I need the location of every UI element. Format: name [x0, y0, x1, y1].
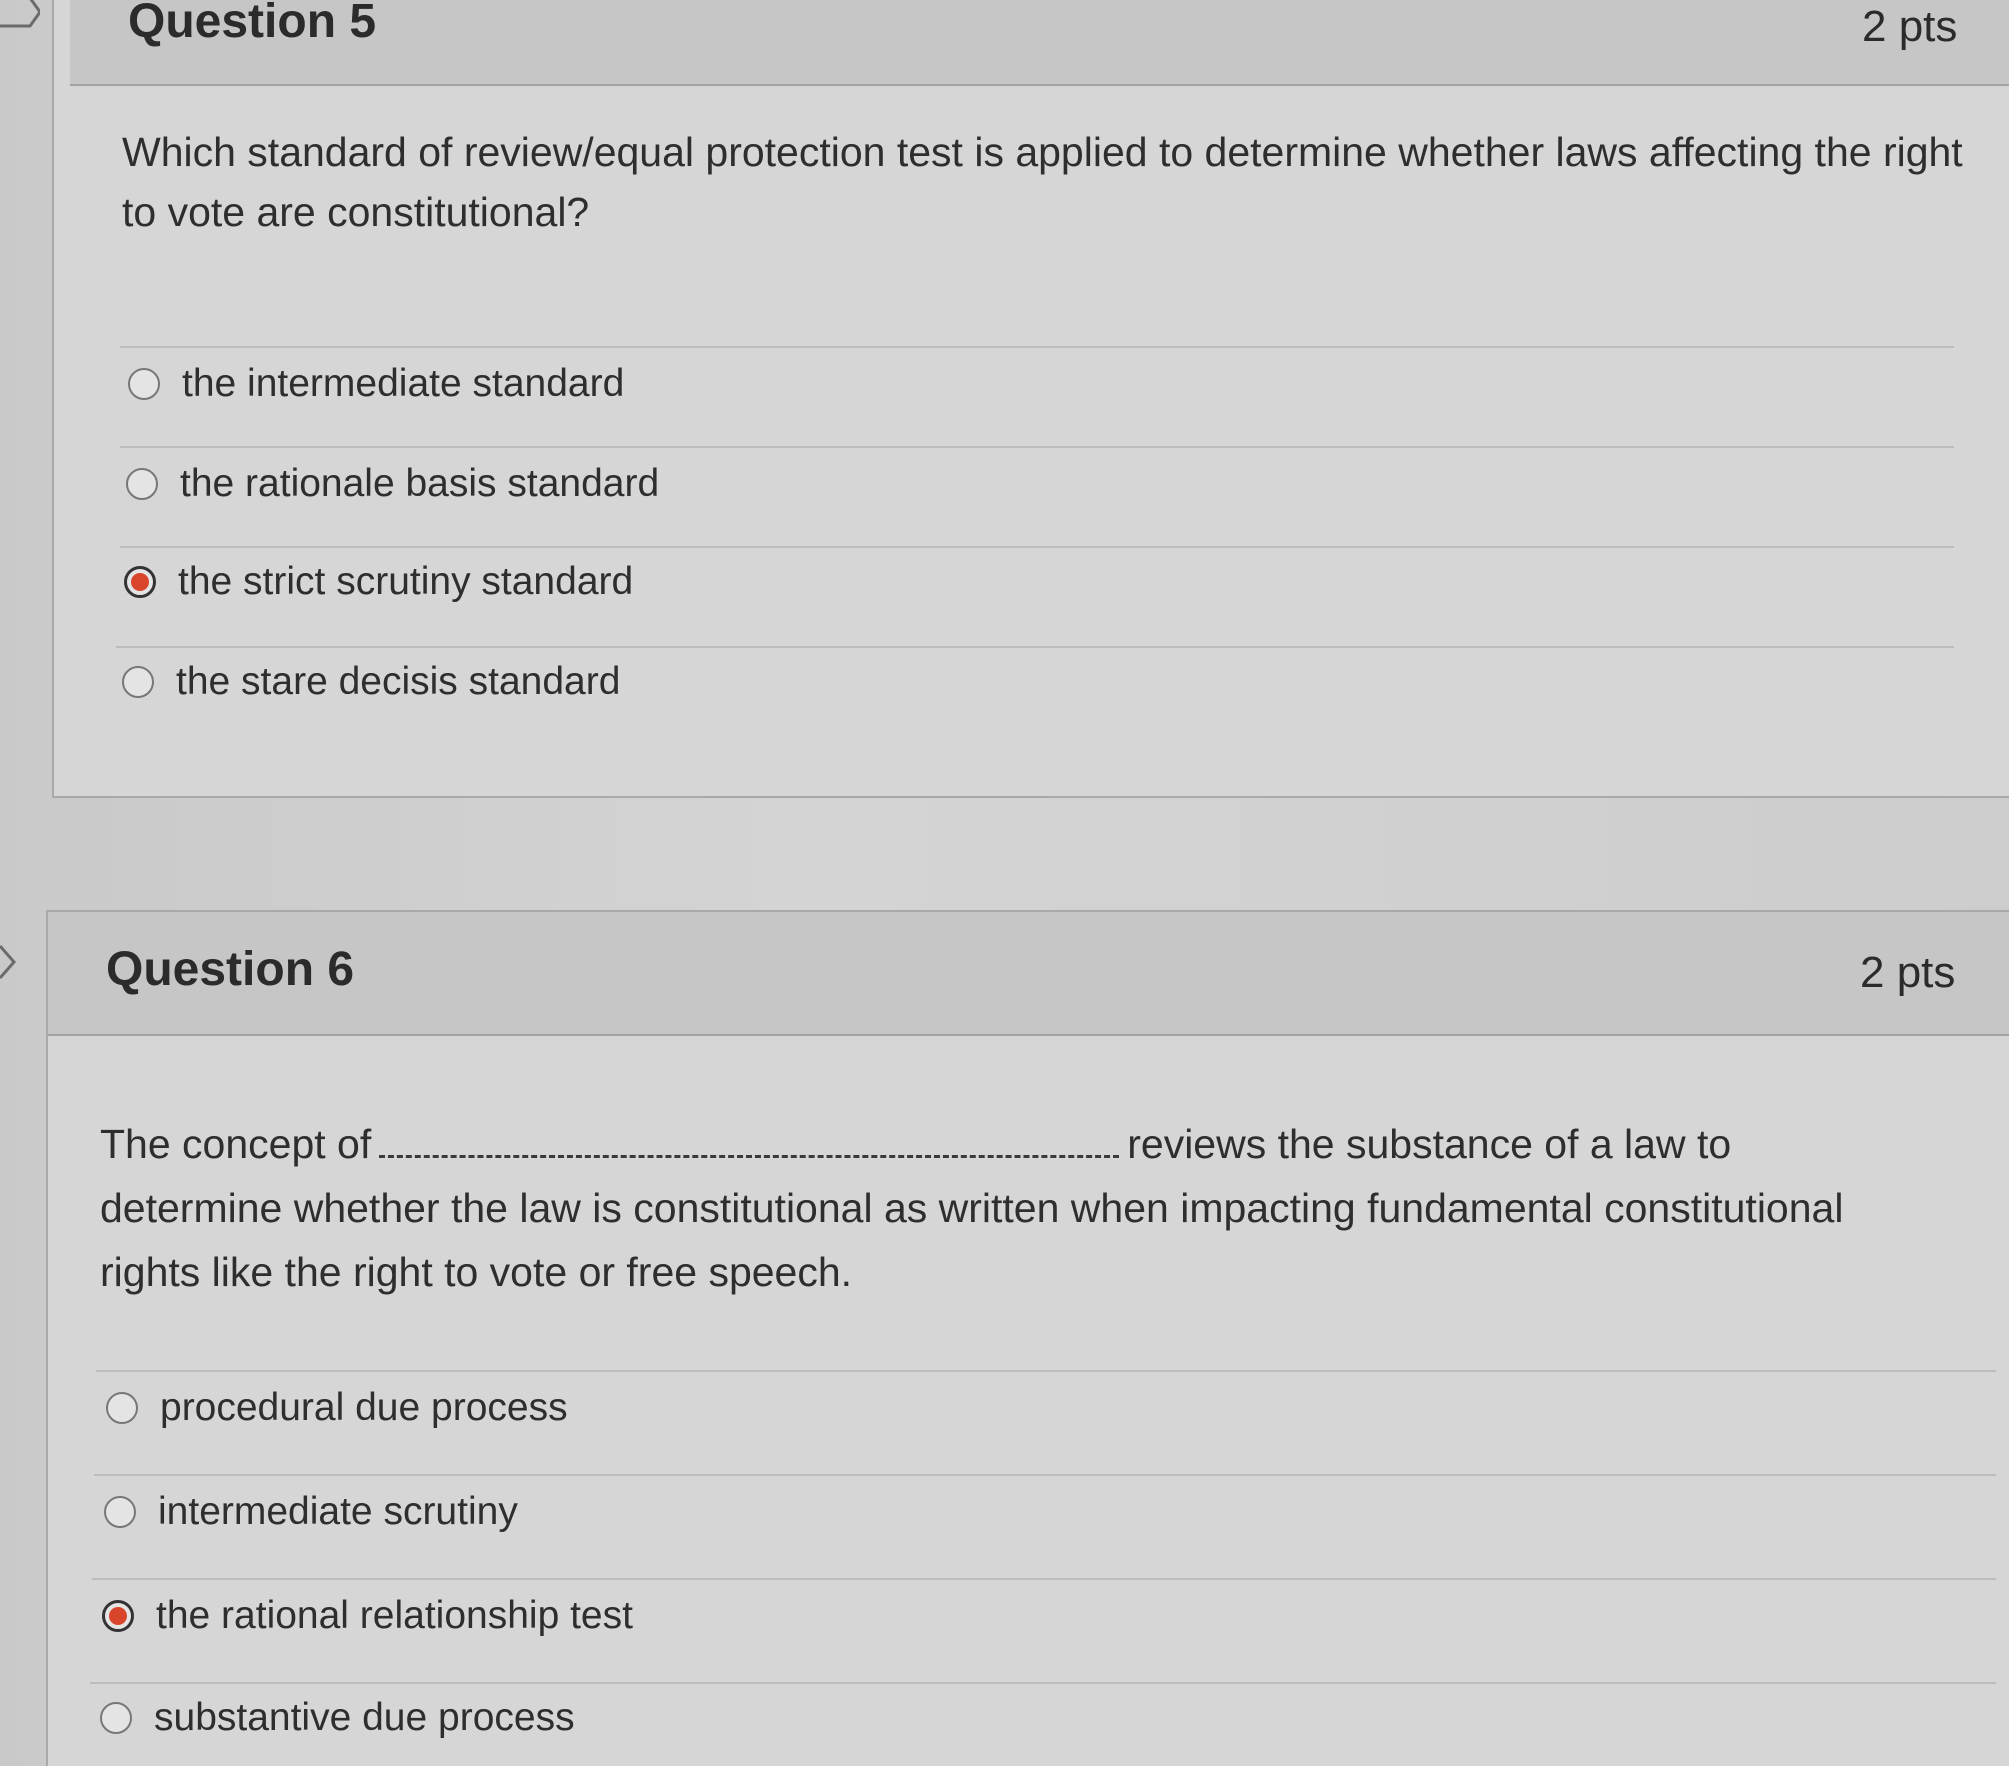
answer-option[interactable]: the rationale basis standard	[126, 454, 659, 514]
answer-option[interactable]: procedural due process	[106, 1378, 568, 1438]
radio-button[interactable]	[126, 468, 158, 500]
question-header: Question 5 2 pts	[70, 0, 2009, 86]
question-6: Question 6 2 pts The concept of reviews t…	[46, 910, 2009, 1766]
radio-button[interactable]	[106, 1392, 138, 1424]
question-text: Which standard of review/equal protectio…	[122, 129, 1963, 235]
answer-option-selected[interactable]: the rational relationship test	[102, 1586, 633, 1646]
divider	[116, 646, 1954, 648]
answer-label: intermediate scrutiny	[158, 1490, 518, 1533]
question-text-line: determine whether the law is constitutio…	[100, 1185, 1844, 1231]
answer-option[interactable]: the intermediate standard	[128, 354, 624, 414]
flag-icon[interactable]	[0, 0, 40, 32]
answer-label: procedural due process	[160, 1386, 568, 1429]
question-title: Question 6	[106, 943, 355, 996]
answer-label: the intermediate standard	[182, 362, 625, 405]
question-text-before: The concept of	[100, 1121, 372, 1167]
radio-button[interactable]	[128, 368, 160, 400]
divider	[120, 346, 1954, 348]
question-text-line: rights like the right to vote or free sp…	[100, 1249, 853, 1295]
radio-button[interactable]	[104, 1496, 136, 1528]
answer-label: the rationale basis standard	[180, 462, 660, 505]
question-5: Question 5 2 pts Which standard of revie…	[52, 0, 2009, 798]
answer-label: substantive due process	[154, 1696, 575, 1739]
question-text: The concept of reviews the substance of a…	[100, 1112, 2000, 1304]
answer-label: the rational relationship test	[156, 1594, 633, 1637]
divider	[90, 1682, 1996, 1684]
answer-label: the stare decisis standard	[176, 660, 621, 703]
answer-option-selected[interactable]: the strict scrutiny standard	[124, 552, 633, 612]
divider	[94, 1474, 1996, 1476]
answer-option[interactable]: the stare decisis standard	[122, 652, 620, 712]
divider	[96, 1370, 1996, 1372]
answer-option[interactable]: intermediate scrutiny	[104, 1482, 518, 1542]
question-header: Question 6 2 pts	[48, 912, 2009, 1036]
question-title: Question 5	[128, 0, 377, 48]
answer-label: the strict scrutiny standard	[178, 560, 634, 603]
fill-in-blank	[379, 1125, 1120, 1158]
radio-button[interactable]	[122, 666, 154, 698]
radio-button[interactable]	[100, 1702, 132, 1734]
divider	[120, 446, 1954, 448]
flag-icon[interactable]	[0, 942, 32, 982]
question-points: 2 pts	[1862, 2, 1958, 51]
question-text-after: reviews the substance of a law to	[1127, 1121, 1732, 1167]
radio-button-checked[interactable]	[124, 566, 156, 598]
answer-option[interactable]: substantive due process	[100, 1688, 575, 1748]
radio-button-checked[interactable]	[102, 1600, 134, 1632]
question-points: 2 pts	[1860, 948, 1956, 997]
quiz-page: Question 5 2 pts Which standard of revie…	[0, 0, 2009, 1766]
divider	[92, 1578, 1996, 1580]
divider	[120, 546, 1954, 548]
